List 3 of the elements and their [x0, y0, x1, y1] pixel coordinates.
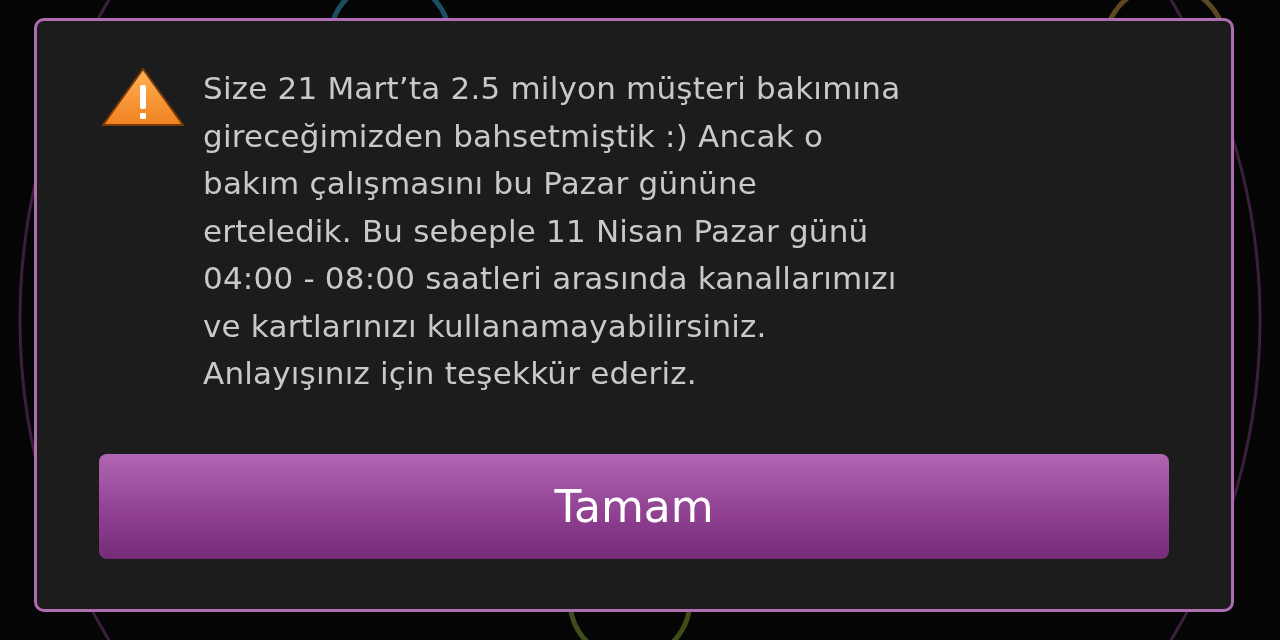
- dialog-message: Size 21 Mart’ta 2.5 milyon müşteri bakımına gireceğimizden bahsetmiştik :) Ancak o bakım çalışmasını bu Pazar gününe erteledik. Bu sebeple 11 Nisan Pazar günü 04:00 - 08:00 saatleri arasında kanallarımızı ve kartlarınızı kullanamayabilirsiniz. Anlayışınız için teşekkür ederiz.: [203, 69, 901, 393]
- ok-button[interactable]: Tamam: [99, 454, 1169, 559]
- warning-icon: [101, 67, 185, 127]
